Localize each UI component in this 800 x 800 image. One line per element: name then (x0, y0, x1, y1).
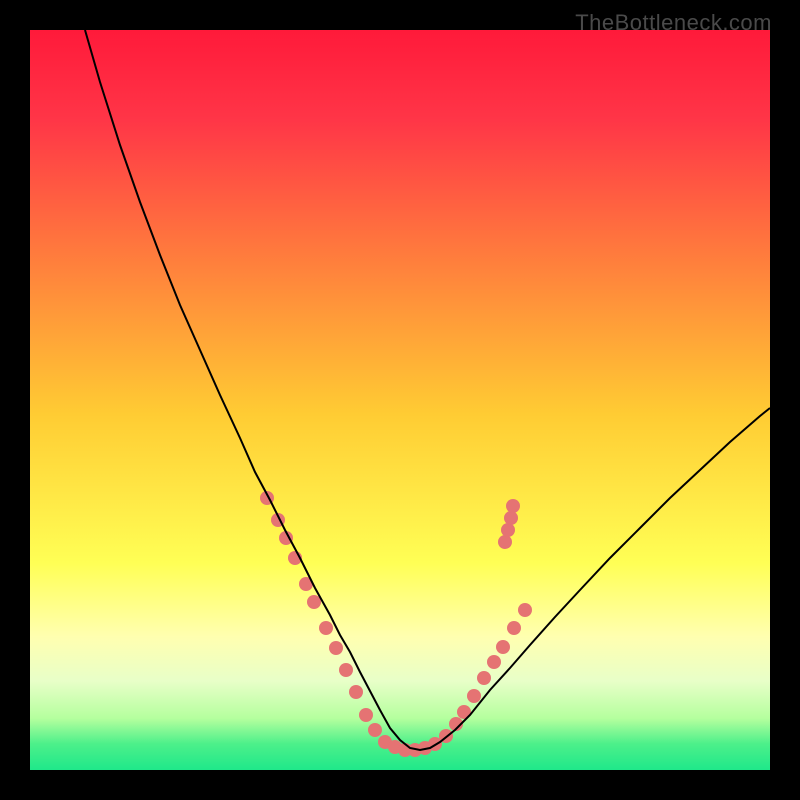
data-marker (329, 641, 343, 655)
data-marker (504, 511, 518, 525)
data-marker (498, 535, 512, 549)
data-marker (506, 499, 520, 513)
data-marker (467, 689, 481, 703)
data-marker (487, 655, 501, 669)
data-marker (359, 708, 373, 722)
data-marker (368, 723, 382, 737)
chart-background (30, 30, 770, 770)
data-marker (319, 621, 333, 635)
data-marker (477, 671, 491, 685)
data-marker (349, 685, 363, 699)
data-marker (307, 595, 321, 609)
chart-svg (30, 30, 770, 770)
plot-area (30, 30, 770, 770)
data-marker (501, 523, 515, 537)
data-marker (507, 621, 521, 635)
data-marker (496, 640, 510, 654)
data-marker (518, 603, 532, 617)
data-marker (339, 663, 353, 677)
